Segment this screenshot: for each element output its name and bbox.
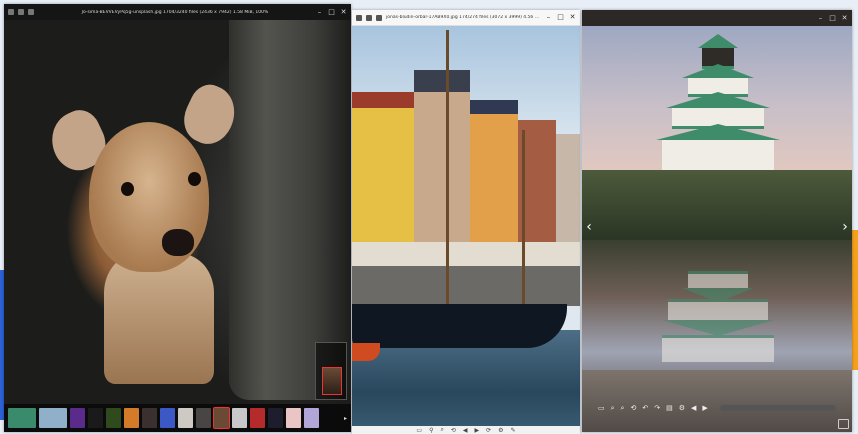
deer-nose bbox=[162, 229, 194, 256]
maximize-button[interactable]: □ bbox=[829, 14, 836, 22]
thumb-night[interactable] bbox=[268, 408, 283, 428]
previous-icon[interactable]: ◀ bbox=[463, 427, 468, 434]
thumb-portrait[interactable] bbox=[178, 408, 193, 428]
zoom-out-icon[interactable]: ⌕ bbox=[621, 404, 625, 413]
gear-icon[interactable]: ⚙ bbox=[679, 404, 685, 412]
gear-icon[interactable]: ⚙ bbox=[498, 427, 503, 434]
fit-icon[interactable]: ▭ bbox=[598, 404, 605, 412]
zoom-in-icon[interactable]: ⌕ bbox=[611, 404, 615, 413]
window-titlebar[interactable]: Jo-sima-BEVVEVyPq5g-unsplash.jpg 1704/32… bbox=[4, 4, 351, 20]
thumb-water[interactable] bbox=[39, 408, 67, 428]
maximize-button[interactable]: □ bbox=[328, 8, 335, 16]
ship-mast bbox=[522, 130, 525, 305]
castle-building bbox=[642, 34, 792, 184]
close-button[interactable]: ✕ bbox=[340, 8, 347, 16]
thumb-pink[interactable] bbox=[286, 408, 301, 428]
previous-image-arrow[interactable]: ‹ bbox=[584, 218, 594, 236]
edit-icon[interactable]: ✎ bbox=[511, 427, 516, 434]
zoom-slider[interactable] bbox=[719, 405, 836, 411]
menu-icon[interactable] bbox=[366, 14, 372, 21]
thumb-sunset[interactable] bbox=[124, 408, 139, 428]
deer-eye bbox=[121, 182, 134, 196]
thumb-dark[interactable] bbox=[88, 408, 103, 428]
next-icon[interactable]: ▶ bbox=[475, 427, 480, 434]
thumb-deer[interactable] bbox=[213, 407, 230, 429]
building-roof bbox=[414, 70, 470, 92]
thumb-lilac[interactable] bbox=[304, 408, 319, 428]
rotate-icon[interactable]: ⟲ bbox=[451, 427, 456, 434]
navigation-preview-viewport[interactable] bbox=[322, 367, 342, 395]
image-toolbar[interactable]: ▭ ⌕ ⌕ ⟲ ↶ ↷ ▤ ⚙ ◀ ▶ bbox=[598, 402, 836, 414]
next-image-arrow[interactable]: › bbox=[840, 218, 850, 236]
window-title: jonas-bludin-orbar-17AB9X0.jpg 174/274 f… bbox=[386, 15, 543, 20]
building-beige bbox=[414, 70, 470, 270]
menu-icon[interactable] bbox=[18, 9, 24, 15]
thumb-red[interactable] bbox=[250, 408, 265, 428]
close-button[interactable]: ✕ bbox=[569, 14, 576, 21]
ship-mast bbox=[446, 30, 449, 310]
window-titlebar[interactable]: jonas-bludin-orbar-17AB9X0.jpg 174/274 f… bbox=[352, 10, 580, 26]
building-roof bbox=[470, 100, 518, 114]
zoom-icon[interactable]: ⚲ bbox=[429, 427, 433, 434]
desktop-accent-orange bbox=[852, 230, 858, 370]
thumb-flowers[interactable] bbox=[8, 408, 36, 428]
image-toolbar[interactable]: ▭ ⚲ ⌕ ⟲ ◀ ▶ ⟳ ⚙ ✎ bbox=[352, 426, 580, 434]
castle-reflection bbox=[642, 242, 792, 362]
image-viewer-window-nyhavn[interactable]: jonas-bludin-orbar-17AB9X0.jpg 174/274 f… bbox=[352, 10, 580, 434]
castle-trees bbox=[582, 170, 852, 240]
minimize-button[interactable]: – bbox=[817, 14, 824, 22]
thumb-forest[interactable] bbox=[106, 408, 121, 428]
undo-icon[interactable]: ↶ bbox=[642, 404, 648, 412]
canal-awnings bbox=[352, 242, 580, 266]
deer-eye bbox=[188, 172, 201, 186]
thumb-blue[interactable] bbox=[160, 408, 175, 428]
rotate-right-icon[interactable]: ⟳ bbox=[486, 427, 491, 434]
image-viewer-window-castle[interactable]: – □ ✕ ‹ › ▭ ⌕ ⌕ ⟲ ↶ ↷ ▤ ⚙ ◀ ▶ bbox=[582, 10, 852, 432]
deer-neck bbox=[104, 254, 214, 384]
redo-icon[interactable]: ↷ bbox=[654, 404, 660, 412]
thumbnail-strip[interactable]: ▸ bbox=[4, 404, 351, 432]
minimize-button[interactable]: – bbox=[316, 8, 323, 16]
thumb-bird[interactable] bbox=[232, 408, 247, 428]
thumb-city[interactable] bbox=[196, 408, 211, 428]
image-viewer-window-deer[interactable]: Jo-sima-BEVVEVyPq5g-unsplash.jpg 1704/32… bbox=[4, 4, 351, 432]
next-icon[interactable]: ▶ bbox=[702, 404, 707, 412]
window-title: Jo-sima-BEVVEVyPq5g-unsplash.jpg 1704/32… bbox=[81, 9, 269, 15]
minimize-button[interactable]: – bbox=[545, 14, 552, 21]
sailing-boat bbox=[352, 304, 567, 348]
thumb-mountain[interactable] bbox=[142, 408, 157, 428]
image-icon[interactable] bbox=[356, 14, 362, 21]
stone-ground bbox=[582, 370, 852, 432]
maximize-button[interactable]: □ bbox=[557, 14, 564, 21]
window-titlebar[interactable]: – □ ✕ bbox=[582, 10, 852, 26]
canal-quay bbox=[352, 266, 580, 306]
rotate-icon[interactable]: ⟲ bbox=[630, 404, 636, 412]
image-icon[interactable] bbox=[8, 9, 14, 15]
info-icon[interactable]: ▤ bbox=[666, 404, 673, 412]
image-info-icon[interactable] bbox=[838, 419, 849, 429]
previous-icon[interactable]: ◀ bbox=[691, 404, 696, 412]
building-roof bbox=[352, 92, 414, 108]
navigation-preview[interactable] bbox=[315, 342, 347, 400]
thumb-purple[interactable] bbox=[70, 408, 85, 428]
search-icon[interactable]: ⌕ bbox=[440, 426, 443, 434]
scroll-right-icon[interactable]: ▸ bbox=[344, 415, 347, 422]
fit-icon[interactable]: ▭ bbox=[416, 427, 422, 434]
close-button[interactable]: ✕ bbox=[841, 14, 848, 22]
